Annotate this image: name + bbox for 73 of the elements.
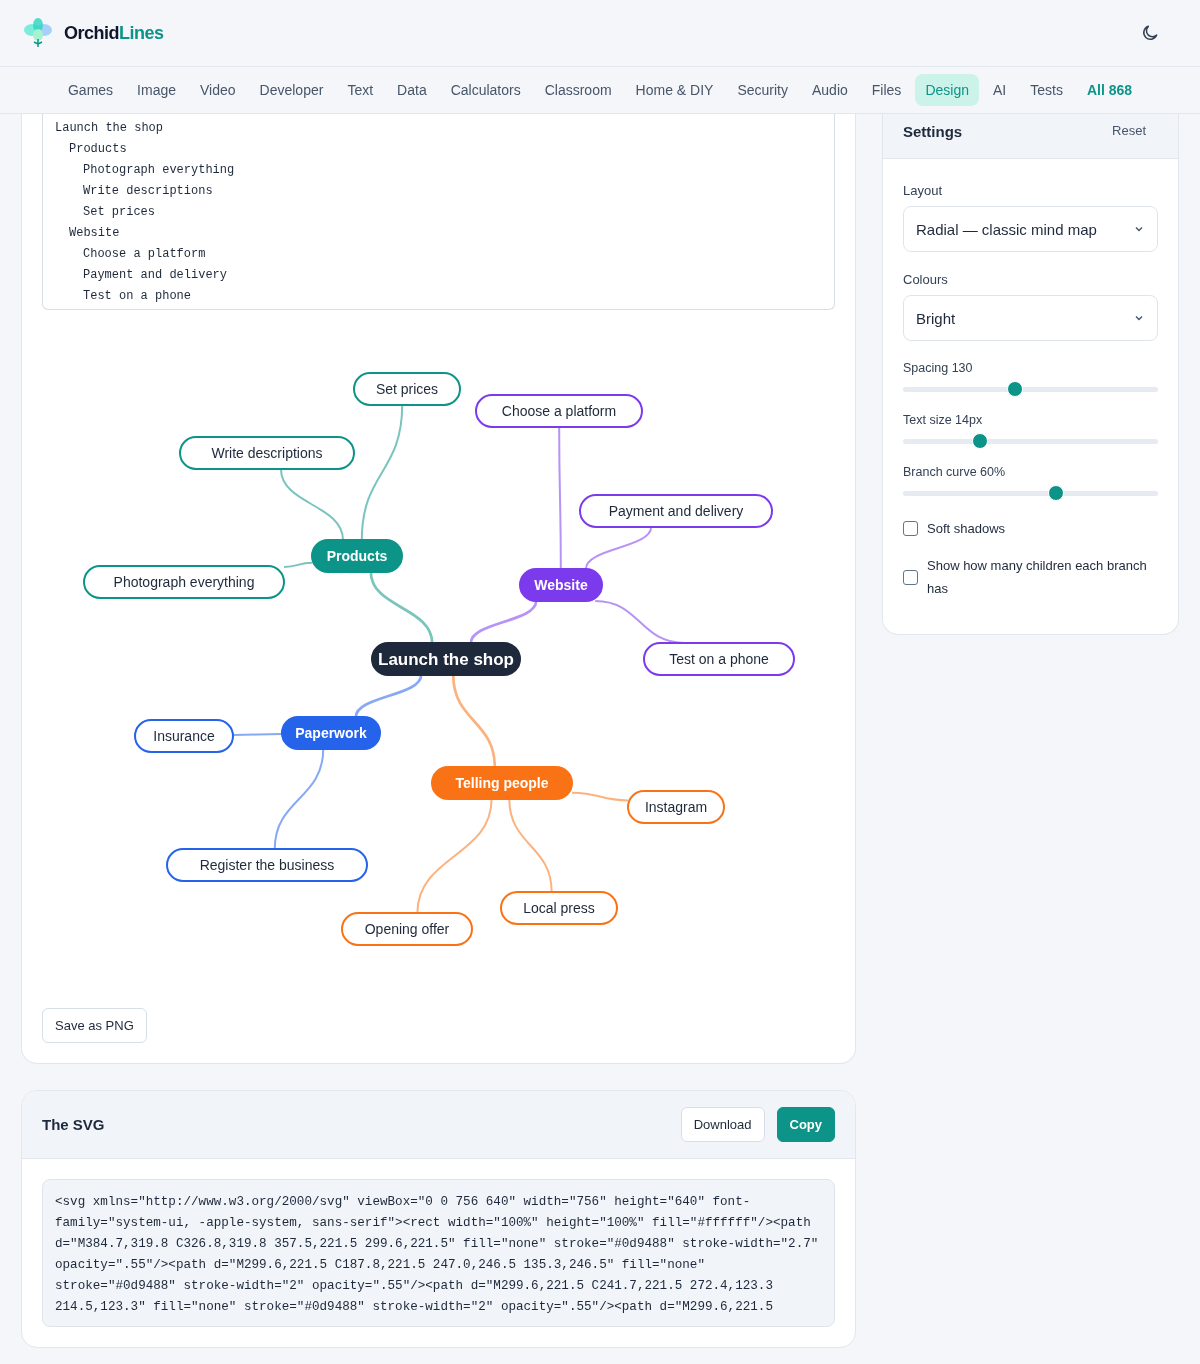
moon-icon[interactable] [1140, 23, 1160, 43]
nav-link[interactable]: Classroom [534, 74, 622, 106]
nav-link[interactable]: Text [337, 74, 384, 106]
orchid-logo-icon [22, 17, 54, 49]
mind-map-node: Register the business [166, 848, 368, 882]
nav-link[interactable]: Security [727, 74, 798, 106]
nav-link[interactable]: Image [127, 74, 186, 106]
checkbox[interactable] [903, 569, 918, 585]
slider-thumb[interactable] [971, 433, 988, 449]
nav-link[interactable]: Calculators [440, 74, 531, 106]
panel-title: The SVG [42, 1116, 105, 1133]
mind-map-node: Insurance [134, 719, 234, 753]
checkbox-label: Soft shadows [927, 520, 1006, 538]
branch-line [584, 526, 653, 570]
checkbox-label: Show how many children each branch has [927, 557, 1148, 598]
outline-line: Choose a platform [82, 246, 207, 263]
mind-map-node: Paperwork [281, 716, 381, 750]
mind-map-node: Set prices [353, 372, 461, 406]
slider-label: Branch curve 60% [903, 465, 1007, 479]
select-field[interactable]: Bright [903, 295, 1158, 341]
slider-track[interactable] [903, 485, 1158, 501]
branch-line [469, 600, 538, 644]
outline-line: Products [68, 141, 128, 158]
nav-link[interactable]: Files [861, 74, 912, 106]
outline-line: Website [68, 225, 121, 242]
outline-editor[interactable]: Launch the shop Products Photograph everything Write descriptions Set prices Website Choose a platform Payment and delivery Test on a phone [42, 114, 835, 310]
checkbox[interactable] [903, 521, 918, 536]
outline-line: Photograph everything [82, 162, 236, 179]
slider-track[interactable] [903, 433, 1158, 449]
slider-thumb[interactable] [1048, 485, 1064, 501]
brand-name[interactable]: OrchidLines [64, 22, 164, 44]
svg-code-field[interactable]: <svg xmlns="http://www.w3.org/2000/svg" viewBox="0 0 756 640" width="756" height="640" font-family="system-ui, -apple-system, sans-serif"><rect width="100%" height="100%" fill="#ffffff"/><path d="M384.7,319.8 C326.8,319.8 357.5,221.5 299.6,221.5" fill="none" stroke="#0d9488" stroke-width="2.7" opacity=".55"/><path d="M299.6,221.5 C187.8,221.5 247.0,246.5 135.3,246.5" fill="none" stroke="#0d9488" stroke-width="2" opacity=".55"/><path d="M299.6,221.5 C241.7,221.5 272.4,123.3 214.5,123.3" fill="none" stroke="#0d9488" stroke-width="2" opacity=".55"/><path d="M299.6,221.5 [42, 1179, 835, 1327]
nav-link[interactable]: Audio [802, 74, 858, 106]
mind-map-node: Test on a phone [643, 642, 795, 676]
mind-map-node: Products [311, 539, 403, 573]
mind-map-node: Choose a platform [475, 394, 643, 428]
reset-link[interactable]: Reset [1112, 123, 1146, 138]
nav-link[interactable]: AI [982, 74, 1017, 106]
save-png-button[interactable]: Save as PNG [42, 1008, 147, 1043]
branch-line [283, 561, 313, 568]
mind-map-node: Website [519, 568, 603, 602]
mind-map-node: Payment and delivery [579, 494, 773, 528]
mind-map-node: Local press [500, 891, 618, 925]
outline-line: Write descriptions [82, 183, 214, 200]
mind-map-node: Write descriptions [179, 436, 355, 470]
field-label: Colours [903, 272, 949, 287]
outline-line: Test on a phone [82, 288, 193, 305]
slider-track[interactable] [903, 381, 1158, 397]
branch-line [354, 674, 423, 718]
slider-label: Spacing 130 [903, 361, 974, 375]
nav-link[interactable]: Games [57, 74, 124, 106]
outline-line: Payment and delivery [82, 267, 229, 284]
nav-link[interactable]: Data [387, 74, 437, 106]
branch-line [571, 791, 629, 802]
nav-link[interactable]: Video [190, 74, 246, 106]
mind-map-node: Photograph everything [83, 565, 285, 599]
mind-map-node: Opening offer [341, 912, 473, 946]
copy-button[interactable]: Copy [776, 1107, 835, 1142]
select-field[interactable]: Radial — classic mind map [903, 206, 1158, 252]
mind-map-node: Instagram [627, 790, 725, 824]
nav-link[interactable]: Tests [1020, 74, 1073, 106]
field-label: Layout [903, 183, 944, 198]
download-button[interactable]: Download [680, 1107, 765, 1142]
nav-link[interactable]: Developer [249, 74, 334, 106]
slider-thumb[interactable] [1007, 381, 1024, 397]
mind-map-node: Telling people [431, 766, 573, 800]
nav-link[interactable]: Home & DIY [625, 74, 724, 106]
outline-line: Launch the shop [55, 120, 165, 137]
settings-title: Settings [903, 123, 963, 140]
mind-map-node: Launch the shop [371, 642, 521, 676]
outline-line: Set prices [82, 204, 156, 221]
nav-link[interactable]: All 868 [1076, 74, 1143, 106]
slider-label: Text size 14px [903, 413, 984, 427]
